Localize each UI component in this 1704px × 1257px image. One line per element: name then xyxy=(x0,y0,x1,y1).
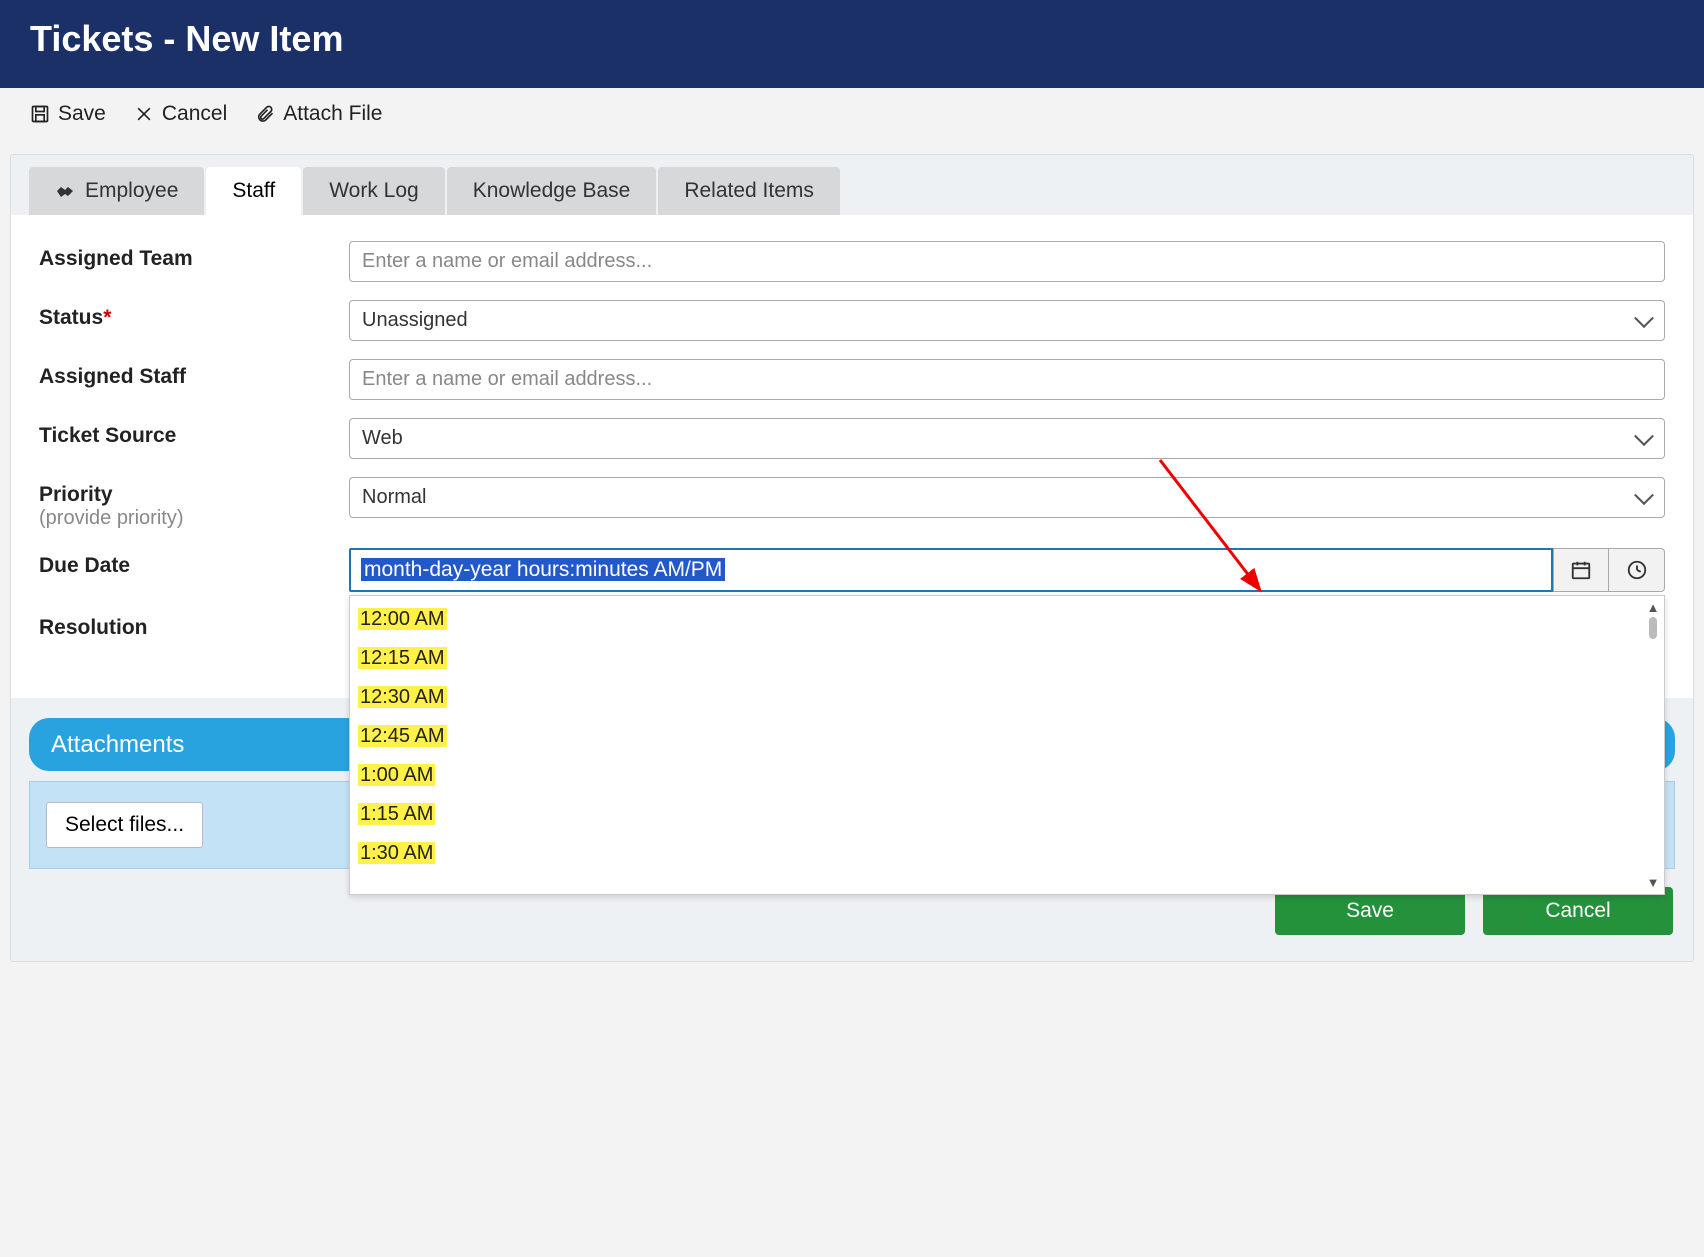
time-option[interactable]: 12:00 AM xyxy=(350,600,1664,639)
time-option[interactable]: 1:00 AM xyxy=(350,756,1664,795)
cancel-label: Cancel xyxy=(162,102,227,126)
tab-staff-label: Staff xyxy=(232,179,275,203)
priority-hint: (provide priority) xyxy=(39,507,349,530)
select-files-button[interactable]: Select files... xyxy=(46,802,203,848)
due-date-label: Due Date xyxy=(39,548,349,578)
tab-knowledge-base[interactable]: Knowledge Base xyxy=(447,167,657,215)
assigned-team-input[interactable] xyxy=(349,241,1665,282)
ticket-source-label: Ticket Source xyxy=(39,418,349,448)
assigned-staff-input[interactable] xyxy=(349,359,1665,400)
time-picker-button[interactable] xyxy=(1609,548,1665,592)
tab-employee[interactable]: Employee xyxy=(29,167,204,215)
dropdown-scrollbar[interactable]: ▲ ▼ xyxy=(1644,600,1662,890)
tab-bar: Employee Staff Work Log Knowledge Base R… xyxy=(29,167,1693,215)
save-icon xyxy=(30,104,50,124)
priority-select[interactable]: Normal xyxy=(349,477,1665,518)
time-option[interactable]: 12:45 AM xyxy=(350,717,1664,756)
time-option[interactable]: 12:30 AM xyxy=(350,678,1664,717)
time-option[interactable]: 12:15 AM xyxy=(350,639,1664,678)
cancel-button[interactable]: Cancel xyxy=(134,102,227,126)
tab-work-log[interactable]: Work Log xyxy=(303,167,445,215)
calendar-icon xyxy=(1570,559,1592,581)
tab-related-items[interactable]: Related Items xyxy=(658,167,840,215)
due-date-input[interactable]: month-day-year hours:minutes AM/PM xyxy=(349,548,1553,592)
time-option[interactable]: 1:30 AM xyxy=(350,834,1664,873)
tab-employee-label: Employee xyxy=(85,179,178,203)
tab-work-log-label: Work Log xyxy=(329,179,419,203)
title-bar: Tickets - New Item xyxy=(0,0,1704,88)
scroll-thumb[interactable] xyxy=(1649,617,1657,639)
paperclip-icon xyxy=(255,104,275,124)
handshake-icon xyxy=(55,181,79,201)
scroll-down-icon[interactable]: ▼ xyxy=(1647,875,1660,890)
required-mark: * xyxy=(103,306,111,329)
scroll-up-icon[interactable]: ▲ xyxy=(1647,600,1660,615)
content-area: Employee Staff Work Log Knowledge Base R… xyxy=(10,154,1694,962)
due-date-placeholder: month-day-year hours:minutes AM/PM xyxy=(361,558,725,581)
tab-kb-label: Knowledge Base xyxy=(473,179,631,203)
date-picker-button[interactable] xyxy=(1553,548,1609,592)
toolbar: Save Cancel Attach File xyxy=(0,88,1704,140)
page-title: Tickets - New Item xyxy=(30,18,1674,60)
resolution-label: Resolution xyxy=(39,610,349,640)
assigned-team-label: Assigned Team xyxy=(39,241,349,271)
save-label: Save xyxy=(58,102,106,126)
save-button[interactable]: Save xyxy=(30,102,106,126)
priority-label: Priority (provide priority) xyxy=(39,477,349,530)
attach-label: Attach File xyxy=(283,102,382,126)
ticket-source-select[interactable]: Web xyxy=(349,418,1665,459)
time-option-list: 12:00 AM12:15 AM12:30 AM12:45 AM1:00 AM1… xyxy=(350,596,1664,877)
staff-panel: Assigned Team Status* Unassigned Assigne… xyxy=(11,215,1693,698)
attach-file-button[interactable]: Attach File xyxy=(255,102,382,126)
time-dropdown: 12:00 AM12:15 AM12:30 AM12:45 AM1:00 AM1… xyxy=(349,595,1665,895)
time-option[interactable]: 1:15 AM xyxy=(350,795,1664,834)
attachments-title: Attachments xyxy=(51,731,184,759)
assigned-staff-label: Assigned Staff xyxy=(39,359,349,389)
status-select[interactable]: Unassigned xyxy=(349,300,1665,341)
close-icon xyxy=(134,104,154,124)
status-label: Status* xyxy=(39,300,349,330)
tab-staff[interactable]: Staff xyxy=(206,167,301,215)
clock-icon xyxy=(1626,559,1648,581)
tab-related-label: Related Items xyxy=(684,179,814,203)
